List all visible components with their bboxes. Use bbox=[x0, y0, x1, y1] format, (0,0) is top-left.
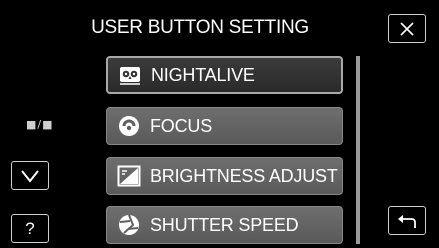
back-button[interactable] bbox=[388, 206, 426, 235]
menu-item-label: BRIGHTNESS ADJUST bbox=[150, 165, 338, 186]
mode-indicator: ■/■ bbox=[26, 118, 54, 131]
help-icon: ? bbox=[25, 218, 35, 238]
menu-item-shutter-speed[interactable]: SHUTTER SPEED bbox=[106, 206, 343, 244]
help-button[interactable]: ? bbox=[11, 214, 49, 243]
shutter-icon bbox=[117, 213, 141, 237]
return-icon bbox=[398, 214, 416, 228]
owl-icon bbox=[118, 63, 142, 87]
menu-item-label: NIGHTALIVE bbox=[151, 64, 255, 85]
close-icon bbox=[400, 21, 414, 36]
menu-item-label: SHUTTER SPEED bbox=[150, 214, 299, 235]
scroll-down-button[interactable] bbox=[11, 161, 49, 190]
page-title: USER BUTTON SETTING bbox=[91, 17, 309, 38]
menu-item-focus[interactable]: FOCUS bbox=[106, 107, 343, 145]
focus-icon bbox=[117, 114, 141, 138]
chevron-down-icon bbox=[21, 169, 39, 183]
brightness-icon bbox=[117, 164, 141, 188]
scrollbar[interactable] bbox=[356, 56, 360, 244]
menu-item-brightness-adjust[interactable]: BRIGHTNESS ADJUST bbox=[106, 157, 343, 195]
menu-item-label: FOCUS bbox=[150, 115, 213, 136]
close-button[interactable] bbox=[388, 14, 426, 43]
menu-item-nightalive[interactable]: NIGHTALIVE bbox=[106, 56, 343, 94]
